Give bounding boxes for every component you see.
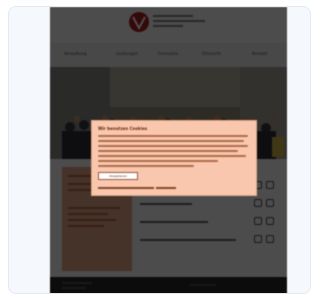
cookie-dialog-text [98, 160, 218, 162]
cookie-dialog-text [98, 135, 248, 137]
accept-cookies-button[interactable]: Akzeptieren [98, 172, 138, 180]
cookie-dialog-text [98, 155, 246, 157]
preview-card: Verwaltung Leistungen Formulare Ortsrech… [8, 6, 311, 294]
cookie-consent-dialog: Wir benutzen Cookies Akzeptieren [91, 120, 257, 196]
cookie-dialog-text [98, 140, 244, 142]
cookie-dialog-text [98, 150, 238, 152]
privacy-policy-link[interactable] [98, 187, 154, 189]
cookie-dialog-text [98, 165, 194, 167]
cookie-dialog-title: Wir benutzen Cookies [98, 126, 148, 131]
imprint-link[interactable] [156, 187, 176, 189]
cookie-dialog-text [98, 145, 248, 147]
website-screenshot: Verwaltung Leistungen Formulare Ortsrech… [50, 7, 287, 293]
